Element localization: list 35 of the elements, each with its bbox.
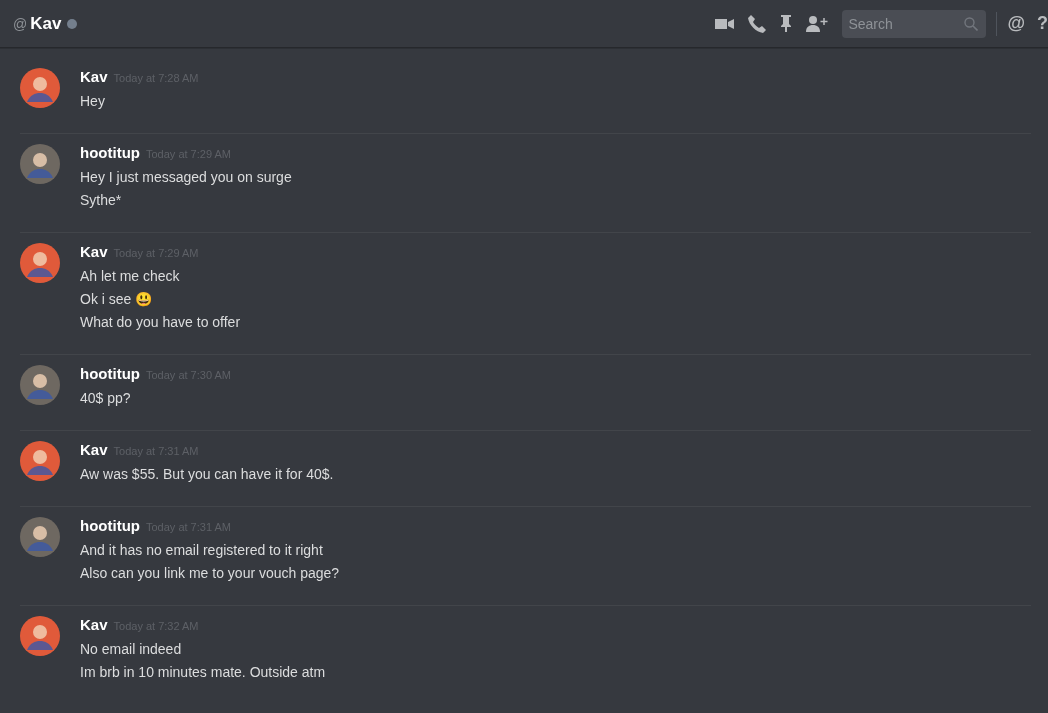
help-button[interactable]: ? bbox=[1037, 13, 1048, 34]
avatar[interactable] bbox=[20, 616, 60, 656]
avatar[interactable] bbox=[20, 243, 60, 283]
channel-name: Kav bbox=[30, 13, 62, 34]
add-friend-icon[interactable] bbox=[806, 15, 829, 32]
pin-icon[interactable] bbox=[780, 15, 793, 32]
message-text: 40$ pp? bbox=[80, 389, 132, 408]
message-text: Aw was $55. But you can have it for 40$. bbox=[80, 465, 334, 484]
message-text: Im brb in 10 minutes mate. Outside atm bbox=[80, 663, 326, 682]
username[interactable]: Kav bbox=[80, 616, 108, 633]
username[interactable]: hootitup bbox=[80, 517, 140, 534]
avatar[interactable] bbox=[20, 365, 60, 405]
username[interactable]: hootitup bbox=[80, 365, 140, 382]
message-text: Ok i see 😃 bbox=[80, 290, 154, 309]
mentions-button[interactable]: @ bbox=[1007, 13, 1025, 34]
username[interactable]: Kav bbox=[80, 68, 108, 85]
message-text: Hey bbox=[80, 92, 106, 111]
message-text: Also can you link me to your vouch page? bbox=[80, 564, 340, 583]
phone-icon[interactable] bbox=[748, 14, 767, 33]
username[interactable]: Kav bbox=[80, 441, 108, 458]
avatar[interactable] bbox=[20, 441, 60, 481]
username[interactable]: hootitup bbox=[80, 144, 140, 161]
search-field[interactable]: Search bbox=[842, 9, 987, 38]
avatar[interactable] bbox=[20, 517, 60, 557]
message-text: Hey I just messaged you on surge bbox=[80, 168, 292, 187]
message-text: Ah let me check bbox=[80, 267, 181, 286]
message-text: No email indeed bbox=[80, 640, 183, 659]
message-text: Sythe* bbox=[80, 191, 123, 210]
avatar[interactable] bbox=[20, 68, 60, 108]
message-text: What do you have to offer bbox=[80, 313, 241, 332]
video-camera-icon[interactable] bbox=[715, 17, 735, 30]
at-sign: @ bbox=[13, 15, 28, 32]
message-text: And it has no email registered to it right bbox=[80, 541, 324, 560]
avatar[interactable] bbox=[20, 144, 60, 184]
username[interactable]: Kav bbox=[80, 243, 108, 260]
